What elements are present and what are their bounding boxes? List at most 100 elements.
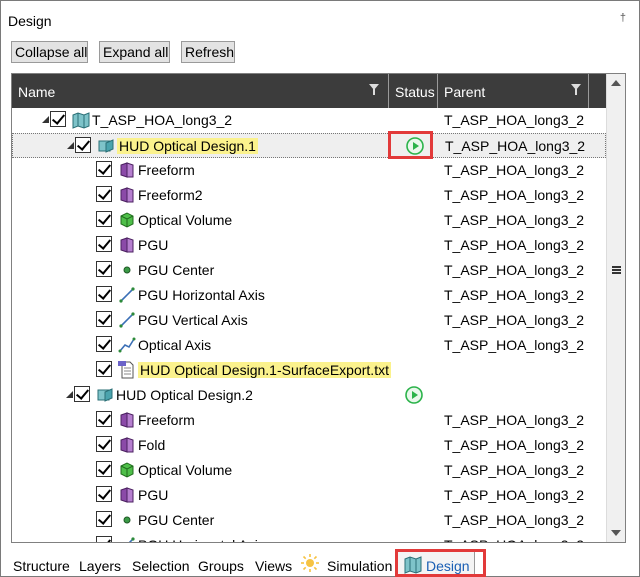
design-tab-callout-box bbox=[395, 549, 486, 577]
tab-structure[interactable]: Structure bbox=[13, 558, 70, 574]
tree-row[interactable]: T_ASP_HOA_long3_2 T_ASP_HOA_long3_2 bbox=[12, 108, 606, 133]
tree-item-label: HUD Optical Design.1 bbox=[117, 138, 258, 154]
tree-row[interactable]: Optical Volume T_ASP_HOA_long3_2 bbox=[12, 208, 606, 233]
text-file-icon bbox=[118, 361, 136, 379]
tree-row[interactable]: HUD Optical Design.1-SurfaceExport.txt bbox=[12, 358, 606, 383]
status-callout-box bbox=[388, 131, 433, 159]
tab-layers[interactable]: Layers bbox=[79, 558, 121, 574]
tree-row[interactable]: PGU Vertical Axis T_ASP_HOA_long3_2 bbox=[12, 308, 606, 333]
tree-item-label: Optical Axis bbox=[138, 337, 212, 353]
scroll-up-arrow-icon[interactable] bbox=[611, 80, 621, 86]
pin-icon[interactable]: † bbox=[620, 12, 626, 24]
column-header-status[interactable]: Status bbox=[389, 74, 438, 108]
scroll-thumb-grip-icon[interactable] bbox=[612, 266, 621, 274]
visibility-checkbox[interactable] bbox=[96, 361, 112, 377]
tree-row[interactable]: HUD Optical Design.1 T_ASP_HOA_long3_2 bbox=[12, 133, 606, 158]
visibility-checkbox[interactable] bbox=[96, 436, 112, 452]
tree-row[interactable]: Freeform2 T_ASP_HOA_long3_2 bbox=[12, 183, 606, 208]
tree-item-label: PGU Horizontal Axis bbox=[138, 287, 265, 303]
tree-item-label: HUD Optical Design.2 bbox=[116, 387, 253, 403]
visibility-checkbox[interactable] bbox=[96, 236, 112, 252]
column-name-label: Name bbox=[18, 84, 56, 100]
tree-item-label: Freeform2 bbox=[138, 187, 203, 203]
tab-selection[interactable]: Selection bbox=[132, 558, 190, 574]
filter-icon[interactable] bbox=[369, 84, 379, 96]
parent-cell: T_ASP_HOA_long3_2 bbox=[444, 162, 585, 178]
tree-row[interactable]: PGU Center T_ASP_HOA_long3_2 bbox=[12, 508, 606, 533]
parent-cell: T_ASP_HOA_long3_2 bbox=[444, 312, 585, 328]
tree-row[interactable]: PGU Center T_ASP_HOA_long3_2 bbox=[12, 258, 606, 283]
visibility-checkbox[interactable] bbox=[96, 411, 112, 427]
expand-all-button[interactable]: Expand all bbox=[99, 41, 170, 63]
parent-cell: T_ASP_HOA_long3_2 bbox=[444, 337, 585, 353]
visibility-checkbox[interactable] bbox=[75, 137, 91, 153]
tree-item-label: Freeform bbox=[138, 412, 195, 428]
visibility-checkbox[interactable] bbox=[74, 386, 90, 402]
collapse-toggle-icon[interactable] bbox=[66, 391, 73, 398]
axis-icon bbox=[118, 286, 136, 304]
visibility-checkbox[interactable] bbox=[96, 461, 112, 477]
visibility-checkbox[interactable] bbox=[96, 211, 112, 227]
parent-cell: T_ASP_HOA_long3_2 bbox=[444, 412, 585, 428]
play-icon[interactable] bbox=[405, 386, 423, 404]
tree-row[interactable]: PGU Horizontal Axis T_ASP_HOA_long3_2 bbox=[12, 283, 606, 308]
tree-row[interactable]: Optical Volume T_ASP_HOA_long3_2 bbox=[12, 458, 606, 483]
vertical-scrollbar[interactable] bbox=[606, 74, 625, 542]
collapse-toggle-icon[interactable] bbox=[67, 142, 74, 149]
panel-titlebar: Design † bbox=[2, 2, 638, 36]
volume-icon bbox=[118, 211, 136, 229]
visibility-checkbox[interactable] bbox=[96, 536, 112, 542]
tree-row[interactable]: PGU T_ASP_HOA_long3_2 bbox=[12, 233, 606, 258]
column-header-parent[interactable]: Parent bbox=[438, 74, 589, 108]
tree-row[interactable]: PGU T_ASP_HOA_long3_2 bbox=[12, 483, 606, 508]
collapse-all-button[interactable]: Collapse all bbox=[11, 41, 88, 63]
tab-views[interactable]: Views bbox=[255, 558, 292, 574]
surface-icon bbox=[118, 486, 136, 504]
tree-item-label: PGU Horizontal Axis bbox=[138, 537, 265, 542]
parent-cell: T_ASP_HOA_long3_2 bbox=[444, 287, 585, 303]
tab-simulation[interactable]: Simulation bbox=[327, 558, 392, 574]
point-icon bbox=[118, 511, 136, 529]
surface-icon bbox=[118, 186, 136, 204]
scroll-down-arrow-icon[interactable] bbox=[611, 530, 621, 536]
tree-row[interactable]: Freeform T_ASP_HOA_long3_2 bbox=[12, 408, 606, 433]
tree-row[interactable]: Freeform T_ASP_HOA_long3_2 bbox=[12, 158, 606, 183]
collapse-toggle-icon[interactable] bbox=[42, 116, 49, 123]
visibility-checkbox[interactable] bbox=[96, 186, 112, 202]
tree-row[interactable]: HUD Optical Design.2 bbox=[12, 383, 606, 408]
visibility-checkbox[interactable] bbox=[96, 511, 112, 527]
column-header-name[interactable]: Name bbox=[12, 74, 389, 108]
parent-cell: T_ASP_HOA_long3_2 bbox=[444, 487, 585, 503]
tree-item-label: PGU Center bbox=[138, 262, 215, 278]
parent-cell: T_ASP_HOA_long3_2 bbox=[444, 212, 585, 228]
visibility-checkbox[interactable] bbox=[96, 486, 112, 502]
filter-icon[interactable] bbox=[571, 84, 581, 96]
tree-item-label: PGU bbox=[138, 487, 169, 503]
parent-cell: T_ASP_HOA_long3_2 bbox=[444, 112, 585, 128]
optical-axis-icon bbox=[118, 336, 136, 354]
visibility-checkbox[interactable] bbox=[96, 286, 112, 302]
tree-item-label: Optical Volume bbox=[138, 212, 233, 228]
visibility-checkbox[interactable] bbox=[96, 336, 112, 352]
tree-item-label: HUD Optical Design.1-SurfaceExport.txt bbox=[138, 362, 391, 378]
tree-item-label: PGU bbox=[138, 237, 169, 253]
tree-item-label: Optical Volume bbox=[138, 462, 233, 478]
tree-item-label: Freeform bbox=[138, 162, 195, 178]
tree-row[interactable]: Optical Axis T_ASP_HOA_long3_2 bbox=[12, 333, 606, 358]
tree-row[interactable]: Fold T_ASP_HOA_long3_2 bbox=[12, 433, 606, 458]
visibility-checkbox[interactable] bbox=[96, 311, 112, 327]
parent-cell: T_ASP_HOA_long3_2 bbox=[444, 512, 585, 528]
column-parent-label: Parent bbox=[444, 84, 486, 100]
optical-design-icon bbox=[96, 386, 114, 404]
visibility-checkbox[interactable] bbox=[96, 261, 112, 277]
refresh-button[interactable]: Refresh bbox=[181, 41, 235, 63]
axis-icon bbox=[118, 311, 136, 329]
tree-row[interactable]: PGU Horizontal Axis T_ASP_HOA_long3_2 bbox=[12, 533, 606, 542]
tab-groups[interactable]: Groups bbox=[198, 558, 244, 574]
visibility-checkbox[interactable] bbox=[96, 161, 112, 177]
visibility-checkbox[interactable] bbox=[50, 111, 66, 127]
parent-cell: T_ASP_HOA_long3_2 bbox=[444, 437, 585, 453]
panel-title: Design bbox=[8, 13, 52, 29]
parent-cell: T_ASP_HOA_long3_2 bbox=[444, 537, 584, 542]
surface-icon bbox=[118, 236, 136, 254]
